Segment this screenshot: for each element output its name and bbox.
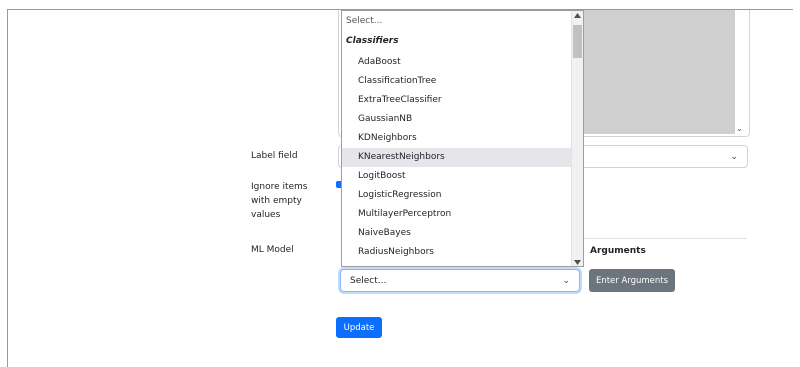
dropdown-option-knearestneighbors[interactable]: KNearestNeighbors [342, 148, 574, 167]
ml-model-label: ML Model [251, 245, 294, 255]
dropdown-option-kdneighbors[interactable]: KDNeighbors [342, 129, 574, 148]
dropdown-option-naivebayes[interactable]: NaiveBayes [342, 224, 574, 243]
dropdown-option-radiusneighbors[interactable]: RadiusNeighbors [342, 243, 574, 262]
ignore-items-label-line2: with empty [251, 196, 302, 206]
chevron-down-icon: ⌄ [562, 275, 570, 286]
dropdown-option-extratreeclassifier[interactable]: ExtraTreeClassifier [342, 91, 574, 110]
ignore-items-label-line3: values [251, 210, 281, 220]
ml-model-dropdown-list[interactable]: Select... Classifiers AdaBoost Classific… [341, 10, 584, 267]
label-field-label: Label field [251, 151, 298, 161]
scroll-up-arrow-icon[interactable] [574, 13, 581, 18]
fields-preview-panel [580, 10, 735, 134]
dropdown-scrollbar-thumb[interactable] [573, 25, 582, 58]
arguments-divider [582, 238, 747, 239]
window-frame-left [7, 9, 8, 367]
chevron-down-icon: ⌄ [730, 151, 738, 162]
enter-arguments-button[interactable]: Enter Arguments [589, 269, 675, 292]
dropdown-option-logitboost[interactable]: LogitBoost [342, 167, 574, 186]
dropdown-group-label: Classifiers [346, 36, 399, 46]
ml-model-select-value: Select... [350, 276, 387, 286]
update-button[interactable]: Update [336, 317, 382, 338]
dropdown-option-classificationtree[interactable]: ClassificationTree [342, 72, 574, 91]
dropdown-option-adaboost[interactable]: AdaBoost [342, 53, 574, 72]
dropdown-option-gaussiannb[interactable]: GaussianNB [342, 110, 574, 129]
dropdown-scrollbar[interactable] [571, 11, 583, 266]
arguments-heading: Arguments [590, 246, 646, 256]
ml-model-select[interactable]: Select... ⌄ [340, 269, 580, 292]
scroll-down-arrow-icon[interactable] [574, 260, 581, 265]
ignore-items-label-line1: Ignore items [251, 182, 308, 192]
dropdown-placeholder-option[interactable]: Select... [346, 16, 382, 26]
dropdown-option-logisticregression[interactable]: LogisticRegression [342, 186, 574, 205]
dropdown-option-multilayerperceptron[interactable]: MultilayerPerceptron [342, 205, 574, 224]
chevron-down-icon[interactable]: ⌄ [736, 124, 743, 133]
